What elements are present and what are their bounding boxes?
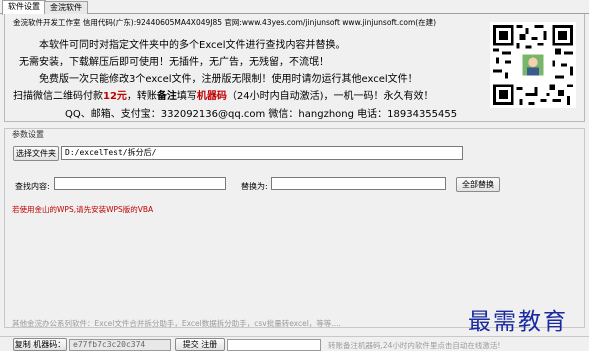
payment-fill: 填写 <box>176 91 197 102</box>
replace-all-button[interactable]: 全部替换 <box>456 177 500 192</box>
payment-suffix: （24小时内自动激活)，一机一码！永久有效！ <box>226 91 434 102</box>
copy-machine-code-button[interactable]: 复制 机器码： <box>13 338 67 351</box>
payment-prefix: 扫描微信二维码付款 <box>13 91 103 102</box>
replace-label: 替换为: <box>241 182 268 191</box>
tab-software-settings[interactable]: 软件设置 <box>2 0 46 15</box>
payment-line: 扫描微信二维码付款12元，转账备注填写机器码（24小时内自动激活)，一机一码！永… <box>13 87 434 102</box>
description-line: 本软件可同时对指定文件夹中的多个Excel文件进行查找内容并替换。 <box>39 40 346 51</box>
tab-jinjun-software[interactable]: 金浣软件 <box>44 1 88 14</box>
folder-path-input[interactable]: D:/excelTest/拆分后/ <box>61 146 463 160</box>
find-label: 查找内容: <box>15 182 50 191</box>
company-header: 金浣软件开发工作室 信用代码(广东):92440605MA4X049J85 官网… <box>13 18 437 27</box>
wps-warning: 若使用金山的WPS,请先安装WPS版的VBA <box>12 205 154 214</box>
price-text: 12元 <box>103 91 127 102</box>
payment-middle: ，转账 <box>126 91 157 102</box>
activation-hint: 转账备注机器码,24小时内软件里点击自动在线激活! <box>328 341 501 350</box>
wechat-qr-code <box>490 22 576 108</box>
tab-bar: 软件设置 金浣软件 <box>0 0 589 15</box>
no-install-line: 无需安装，下载解压后即可使用！无插件，无广告，无残留，不流氓！ <box>19 57 329 68</box>
note-text: 备注 <box>156 91 177 102</box>
submit-register-code-button[interactable]: 提交 注册码： <box>175 338 225 351</box>
status-bar: 复制 机器码： e77fb7c3c20c374 提交 注册码： 转账备注机器码,… <box>0 336 589 351</box>
parameters-title: 参数设置 <box>10 129 46 140</box>
find-input[interactable] <box>54 177 226 190</box>
select-folder-button[interactable]: 选择文件夹 <box>13 146 59 161</box>
replace-input[interactable] <box>271 177 446 190</box>
free-version-line: 免费版一次只能修改3个excel文件，注册版无限制！使用时请勿运行其他excel… <box>39 74 418 85</box>
watermark: 最需教育 <box>468 309 568 335</box>
machine-code-field[interactable]: e77fb7c3c20c374 <box>69 339 171 351</box>
contact-line: QQ、邮箱、支付宝：332092136@qq.com 微信：hangzhong … <box>65 109 458 120</box>
machine-code-text: 机器码 <box>196 91 227 102</box>
other-software-text: 其他金浣办公系列软件：Excel文件合并拆分助手，Excel数据拆分助手，csv… <box>12 319 341 328</box>
register-code-input[interactable] <box>227 339 321 351</box>
